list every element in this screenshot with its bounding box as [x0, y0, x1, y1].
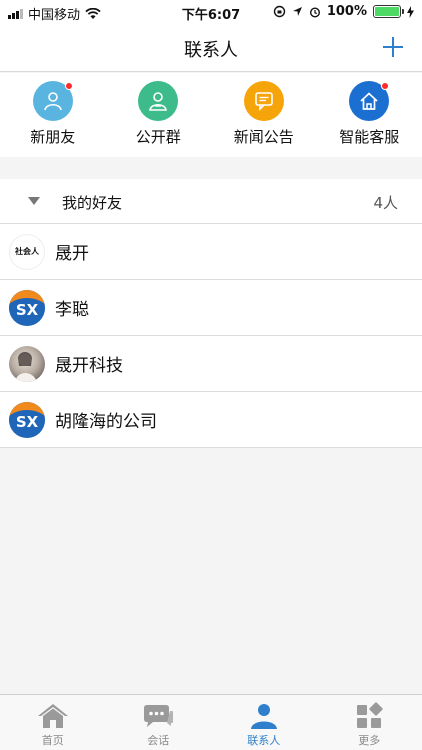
- tab-label: 首页: [41, 734, 64, 747]
- charging-icon: [407, 5, 414, 18]
- location-icon: [292, 7, 302, 16]
- avatar: SX: [9, 401, 45, 438]
- contact-list: 社会人 晟开 SX 李聪 晟开科技 SX 胡隆海的公司: [0, 224, 422, 448]
- quick-label: 智能客服: [339, 128, 400, 146]
- group-icon: [138, 81, 179, 121]
- group-count: 4人: [373, 194, 398, 212]
- badge-dot: [381, 82, 390, 90]
- avatar: [9, 345, 45, 382]
- contact-row[interactable]: SX 李聪: [0, 280, 422, 336]
- tab-more[interactable]: 更多: [317, 695, 422, 750]
- status-bar: 中国移动 下午6:07 100%: [0, 0, 422, 24]
- svg-text:SX: SX: [16, 413, 39, 431]
- avatar-text: 社会人: [15, 247, 39, 256]
- page-title: 联系人: [184, 40, 238, 61]
- contact-row[interactable]: 社会人 晟开: [0, 224, 422, 280]
- chat-icon: [144, 705, 174, 727]
- contact-name: 胡隆海的公司: [55, 412, 157, 432]
- avatar: 社会人: [9, 233, 45, 270]
- quick-new-friends[interactable]: 新朋友: [0, 73, 106, 157]
- svg-text:SX: SX: [16, 301, 39, 319]
- contact-name: 晟开科技: [55, 356, 123, 376]
- quick-actions: 新朋友 公开群 新闻公告 智能客服: [0, 73, 422, 157]
- tab-home[interactable]: 首页: [0, 695, 106, 750]
- friend-group-header[interactable]: 我的好友 4人: [0, 179, 422, 224]
- photo-icon: [15, 351, 37, 382]
- person-add-icon: [32, 81, 73, 121]
- battery-percent: 100%: [326, 4, 367, 19]
- tab-bar: 首页 会话 联系人 更多: [0, 694, 422, 750]
- quick-label: 公开群: [135, 128, 181, 146]
- plus-icon[interactable]: [378, 32, 408, 62]
- contact-row[interactable]: 晟开科技: [0, 336, 422, 392]
- contact-name: 晟开: [55, 244, 89, 264]
- message-icon: [243, 81, 284, 121]
- contact-row[interactable]: SX 胡隆海的公司: [0, 392, 422, 448]
- tab-label: 联系人: [247, 734, 281, 747]
- rotation-lock-icon: [273, 5, 286, 18]
- tab-chat[interactable]: 会话: [106, 695, 212, 750]
- home-icon: [349, 81, 390, 121]
- battery-icon: [373, 5, 404, 18]
- avatar: SX: [9, 289, 45, 326]
- logo-icon: SX: [9, 401, 45, 438]
- logo-icon: SX: [9, 289, 45, 326]
- home-icon: [37, 704, 68, 728]
- tab-label: 更多: [358, 734, 381, 747]
- collapse-arrow-icon[interactable]: [28, 197, 40, 205]
- nav-bar: 联系人: [0, 24, 422, 72]
- tab-contacts[interactable]: 联系人: [211, 695, 317, 750]
- badge-dot: [64, 82, 73, 90]
- grid-icon: [357, 702, 383, 728]
- quick-news[interactable]: 新闻公告: [211, 73, 317, 157]
- quick-label: 新闻公告: [233, 128, 294, 146]
- contacts-icon: [250, 704, 277, 729]
- alarm-icon: [309, 6, 320, 18]
- quick-public-groups[interactable]: 公开群: [106, 73, 212, 157]
- quick-service[interactable]: 智能客服: [317, 73, 422, 157]
- tab-label: 会话: [147, 734, 170, 747]
- quick-label: 新朋友: [30, 128, 76, 146]
- status-right: 100%: [273, 4, 414, 19]
- group-name: 我的好友: [62, 194, 123, 212]
- contact-name: 李聪: [55, 300, 89, 320]
